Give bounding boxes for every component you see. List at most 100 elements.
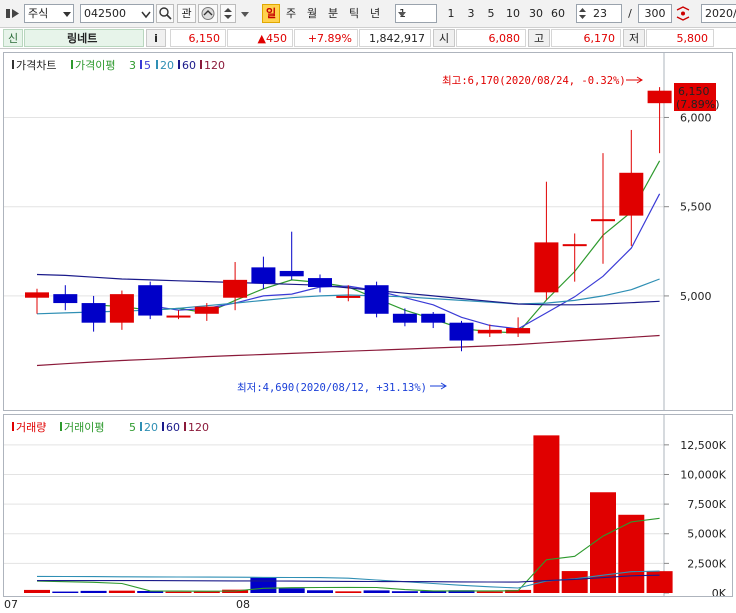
interval-preset-10[interactable]: 10 [502,4,524,23]
period-tab-label: 년 [369,7,381,20]
market-select-value: 주식 [28,7,49,20]
high-price: 6,170 [551,29,621,47]
volume-tick-label: 5,000K [687,528,726,541]
change-percent: +7.89% [294,29,358,47]
stock-code-value: 042500 [84,7,126,20]
watchlist-button[interactable]: 관 [177,4,196,23]
interval-preset-label: 5 [487,7,495,20]
chart-type-button[interactable] [198,4,218,23]
total-count-input[interactable]: 300 [638,4,672,23]
legend-marker-ma [71,60,73,69]
date-axis: 07 08 [0,597,736,613]
candle-down [251,267,276,284]
candle-down [449,322,474,341]
legend-marker-price [12,60,14,69]
current-price-value: 6,150 [188,32,221,45]
legend-ma5: 5 [144,59,151,72]
code-dropdown-icon[interactable] [139,6,153,25]
quote-bar: 신 링네트 i 6,150 ▲450 +7.89% 1,842,917 시 6,… [0,28,736,49]
volume-tick-label: 0K [712,587,727,596]
display-count-stepper[interactable]: 23 [576,4,622,23]
period-tab-tick[interactable]: 틱 [345,4,363,23]
high-annotation: 최고:6,170(2020/08/24, -0.32%) [442,75,626,87]
candle-up [619,172,644,216]
period-tab-day[interactable]: 일 [262,4,280,23]
search-button[interactable] [156,4,174,23]
candle-down [392,313,417,323]
volume-bar [363,590,390,593]
volume-chart[interactable]: 0K 2,500K 5,000K 7,500K 10,000K 12,500K 거래량 거… [4,415,732,596]
interval-preset-1[interactable]: 1 [442,4,460,23]
chevron-down-icon[interactable] [60,6,74,25]
interval-preset-60[interactable]: 60 [547,4,569,23]
price-chart-pane[interactable]: 5,000 5,500 6,000 가격차트 가격이평 3 5 20 60 120 … [3,52,733,411]
price-tick-label: 5,500 [680,201,712,214]
up-down-stepper[interactable] [220,4,236,23]
chart-toolbar: 주식 042500 관 일 주 월 분 틱 년 1 1 3 5 10 30 60… [0,0,736,28]
candle-up [506,328,531,334]
volume-bar [108,590,135,593]
volume-bar [24,589,50,593]
volume-bar [278,588,305,593]
volume-chart-pane[interactable]: 0K 2,500K 5,000K 7,500K 10,000K 12,500K 거래량 거… [3,414,733,597]
date-input[interactable]: 2020/ [701,4,736,23]
candle-up [562,244,587,247]
high-annotation-arrow [626,76,643,84]
price-moving-averages [36,160,661,367]
volume-tick-label: 10,000K [680,468,726,481]
stepper-icon [579,8,586,19]
ma-line-120 [36,334,660,367]
period-tab-minute[interactable]: 분 [324,4,342,23]
volume-bars [24,435,673,593]
market-badge-label: 신 [7,32,19,45]
legend-ma-title: 가격이평 [75,59,115,72]
current-price: 6,150 [170,29,226,47]
price-candles [25,87,672,352]
chart-settings-icon [201,7,215,20]
price-chart[interactable]: 5,0005,5006,000 가격차트 가격이평 3 5 20 60 120 … [4,53,732,410]
count-separator: / [624,4,636,23]
x-tick-label: 08 [236,598,250,611]
period-tab-month[interactable]: 월 [303,4,321,23]
options-dropdown-icon[interactable] [238,6,252,25]
candle-down [308,278,332,287]
interval-preset-30[interactable]: 30 [525,4,547,23]
interval-preset-3[interactable]: 3 [462,4,480,23]
open-label-text: 시 [438,32,450,45]
candle-up [166,315,191,318]
interval-preset-5[interactable]: 5 [482,4,500,23]
stock-name: 링네트 [24,29,144,47]
period-tab-year[interactable]: 년 [366,4,384,23]
legend-ma20: 20 [160,59,174,72]
legend-marker-volume [12,422,14,431]
info-icon: i [154,32,158,45]
legend-marker-vol-ma120 [184,422,186,431]
legend-marker-vol-ma20 [140,422,142,431]
price-tick-label: 5,000 [680,290,712,303]
stock-name-label: 링네트 [67,32,98,45]
volume-bar [561,571,588,593]
legend-marker-vol-ma60 [162,422,164,431]
interval-preset-label: 30 [529,7,543,20]
interval-select[interactable]: 1 [395,4,437,23]
volume-bar [335,591,362,593]
high-label: 고 [528,29,550,47]
candle-down [279,270,304,277]
volume-tick-label: 7,500K [687,498,726,511]
legend-vol-ma60: 60 [166,421,180,434]
chevron-down-icon [241,12,249,17]
arrow-nav-icon[interactable] [4,4,22,23]
chevron-down-icon [141,11,151,19]
candle-up [109,294,134,323]
chevron-down-icon [398,12,406,17]
low-annotation: 최저:4,690(2020/08/12, +31.13%) [237,382,427,394]
zoom-button[interactable] [674,4,692,23]
info-button[interactable]: i [146,29,166,47]
legend-marker-ma5 [140,60,142,69]
candle-up [647,90,672,104]
volume-value: 1,842,917 [369,32,425,45]
period-tab-week[interactable]: 주 [282,4,300,23]
date-input-value: 2020/ [705,7,736,20]
period-tab-label: 틱 [348,7,360,20]
volume-bar [250,577,277,593]
